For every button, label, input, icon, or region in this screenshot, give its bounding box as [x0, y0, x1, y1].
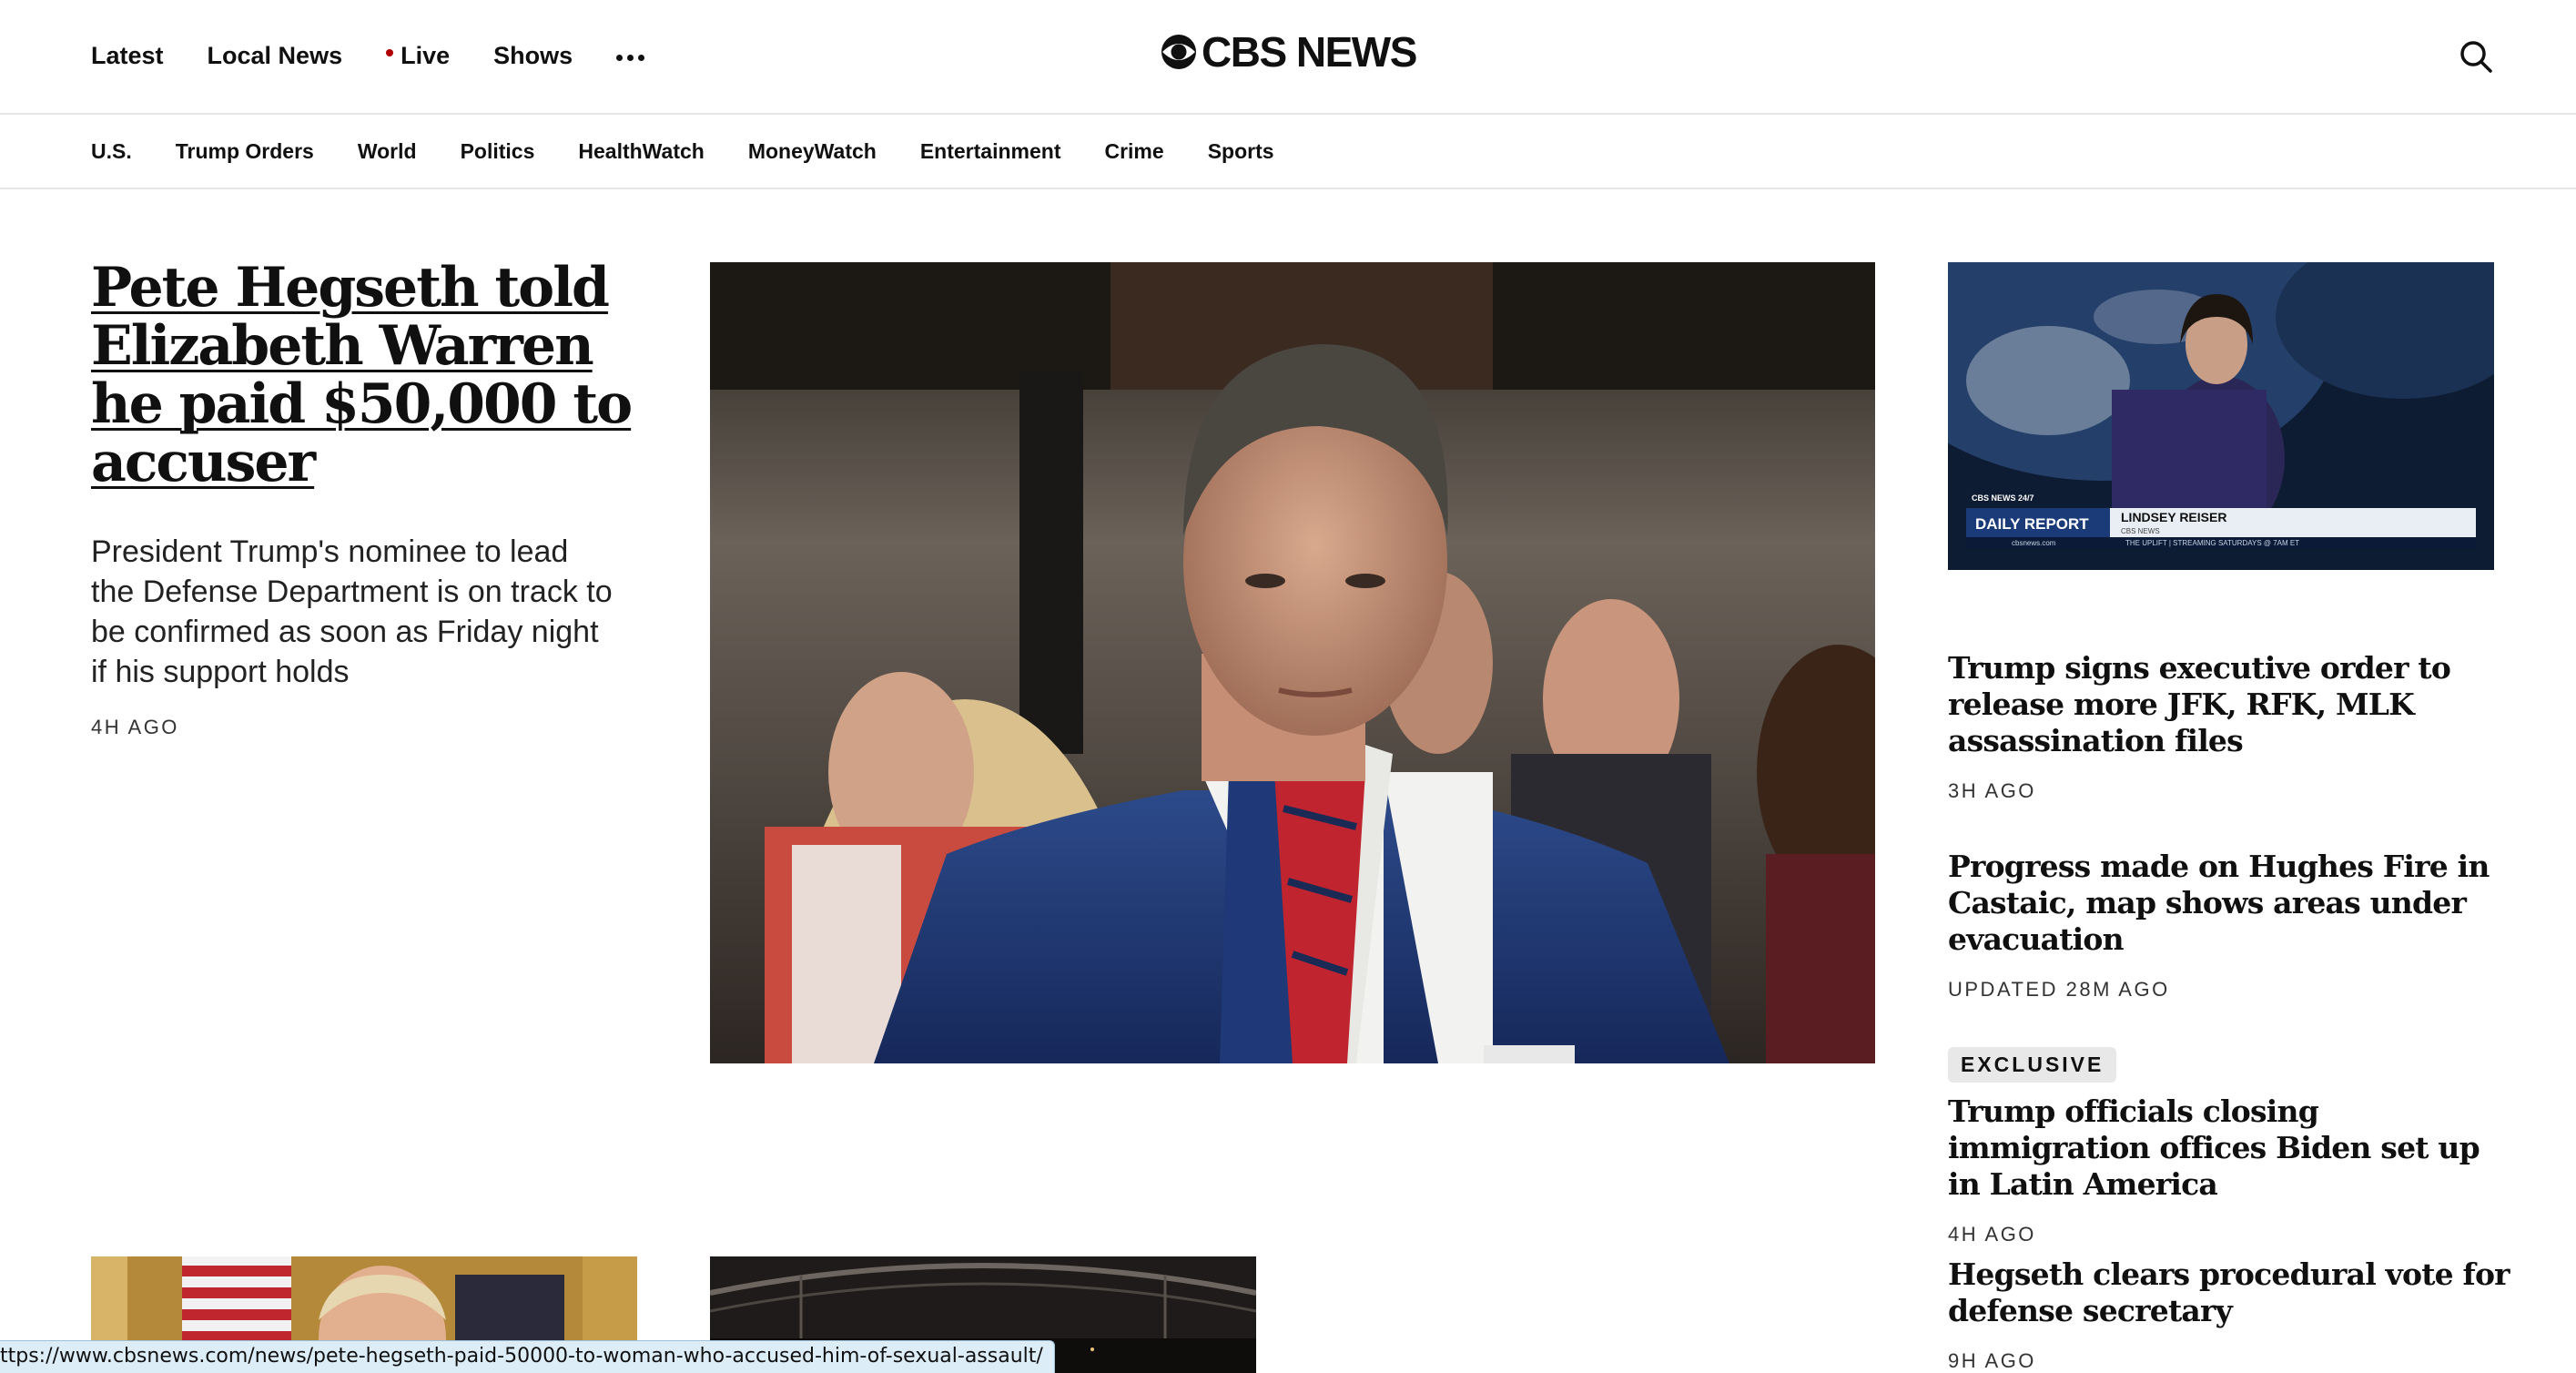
video-anchor-name: LINDSEY REISER [2121, 510, 2226, 524]
video-network-tag: CBS NEWS 24/7 [1972, 493, 2034, 503]
rail-story-1-timestamp: 3H AGO [1948, 779, 2036, 802]
section-world[interactable]: World [358, 139, 417, 164]
video-site: cbsnews.com [2012, 539, 2056, 547]
live-dot-icon [386, 48, 394, 56]
video-program-label: DAILY REPORT [1975, 515, 2089, 533]
nav-live[interactable]: Live [386, 42, 450, 70]
rail-story-2: Progress made on Hughes Fire in Castaic,… [1948, 849, 2512, 1002]
section-healthwatch[interactable]: HealthWatch [578, 139, 704, 164]
section-us[interactable]: U.S. [91, 139, 132, 164]
nav-shows-label: Shows [493, 42, 573, 69]
nav-shows[interactable]: Shows [493, 42, 573, 70]
lead-image[interactable] [710, 262, 1875, 1063]
rail-story-3-timestamp: 4H AGO [1948, 1223, 2036, 1246]
nav-latest-label: Latest [91, 42, 164, 69]
section-moneywatch[interactable]: MoneyWatch [748, 139, 877, 164]
hegseth-photo [710, 262, 1875, 1063]
video-anchor-sub: CBS NEWS [2121, 527, 2160, 535]
rail-story-4-headline[interactable]: Hegseth clears procedural vote for defen… [1948, 1256, 2510, 1328]
nav-live-label: Live [401, 42, 451, 69]
section-politics[interactable]: Politics [461, 139, 535, 164]
rail-story-3-headline[interactable]: Trump officials closing immigration offi… [1948, 1093, 2512, 1203]
rail-story-1: Trump signs executive order to release m… [1948, 650, 2512, 803]
section-crime[interactable]: Crime [1104, 139, 1163, 164]
ellipsis-icon[interactable] [616, 55, 645, 61]
lead-timestamp: 4H AGO [91, 716, 179, 738]
live-video-thumbnail[interactable]: CBS NEWS 24/7 DAILY REPORT LINDSEY REISE… [1948, 262, 2494, 570]
rail-story-1-headline[interactable]: Trump signs executive order to release m… [1948, 650, 2451, 758]
cbs-news-logo[interactable]: CBS NEWS [1160, 28, 1417, 76]
section-sports[interactable]: Sports [1208, 139, 1274, 164]
lead-headline[interactable]: Pete Hegseth told Elizabeth Warren he pa… [91, 259, 637, 492]
rail-story-3: EXCLUSIVE Trump officials closing immigr… [1948, 1047, 2512, 1246]
rail-story-4-timestamp: 9H AGO [1948, 1349, 2036, 1372]
video-ticker: THE UPLIFT | STREAMING SATURDAYS @ 7AM E… [2125, 539, 2299, 547]
top-header: Latest Local News Live Shows CBS NEWS [0, 0, 2576, 115]
nav-latest[interactable]: Latest [91, 42, 164, 70]
section-nav: U.S. Trump Orders World Politics HealthW… [0, 115, 2576, 189]
nav-local-news[interactable]: Local News [208, 42, 343, 70]
cbs-eye-icon [1161, 35, 1196, 69]
lead-dek: President Trump's nominee to lead the De… [91, 534, 613, 689]
search-icon[interactable] [2458, 38, 2494, 75]
section-trump-orders[interactable]: Trump Orders [176, 139, 314, 164]
rail-story-2-timestamp: UPDATED 28M AGO [1948, 978, 2170, 1001]
link-status-bar: ttps://www.cbsnews.com/news/pete-hegseth… [0, 1340, 1055, 1373]
rail-story-4: Hegseth clears procedural vote for defen… [1948, 1256, 2512, 1373]
exclusive-badge: EXCLUSIVE [1948, 1047, 2117, 1083]
section-entertainment[interactable]: Entertainment [920, 139, 1061, 164]
daily-report-video: CBS NEWS 24/7 DAILY REPORT LINDSEY REISE… [1948, 262, 2494, 570]
primary-nav: Latest Local News Live Shows [91, 42, 645, 70]
nav-local-news-label: Local News [207, 42, 343, 69]
logo-text: CBS NEWS [1202, 28, 1417, 76]
rail-story-2-headline[interactable]: Progress made on Hughes Fire in Castaic,… [1948, 849, 2490, 957]
